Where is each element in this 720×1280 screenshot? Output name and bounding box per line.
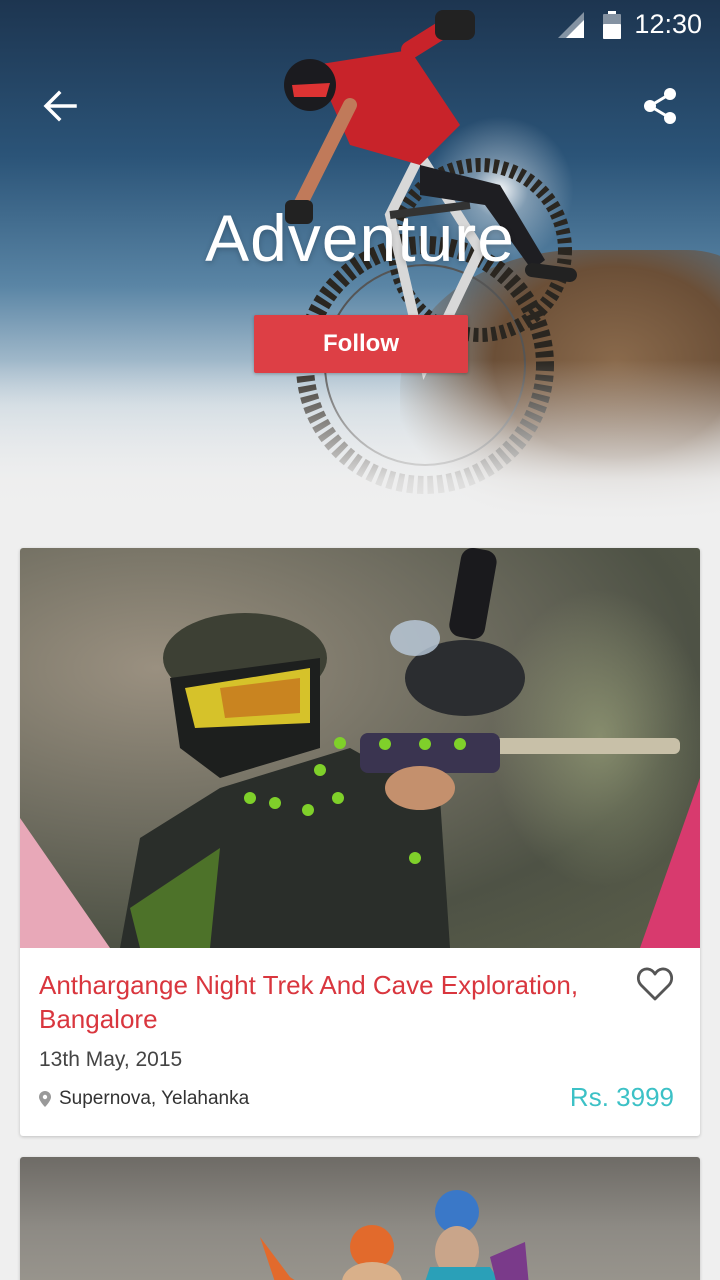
event-location: Supernova, Yelahanka [39, 1088, 249, 1110]
page-title: Adventure [205, 201, 515, 275]
event-image [20, 548, 700, 948]
event-card[interactable] [20, 1157, 700, 1280]
share-button[interactable] [636, 82, 684, 130]
location-pin-icon [39, 1091, 51, 1107]
event-price: Rs. 3999 [569, 1082, 674, 1112]
event-image [260, 1190, 529, 1280]
event-card[interactable]: Anthargange Night Trek And Cave Explorat… [20, 548, 700, 1136]
follow-button[interactable]: Follow [254, 315, 468, 373]
back-button[interactable] [36, 82, 84, 130]
share-icon [644, 88, 676, 124]
signal-icon [558, 12, 584, 38]
event-location-label: Supernova, Yelahanka [59, 1088, 250, 1109]
battery-icon [603, 11, 621, 39]
status-bar: 12:30 [0, 0, 720, 48]
event-details: Anthargange Night Trek And Cave Explorat… [20, 948, 700, 1136]
status-time: 12:30 [634, 9, 702, 39]
heart-outline-icon [637, 967, 673, 1001]
event-date: 13th May, 2015 [39, 1048, 183, 1071]
paintball-player-illustration [20, 548, 700, 948]
arrow-back-icon [43, 90, 77, 122]
favorite-button[interactable] [636, 966, 678, 1006]
event-title[interactable]: Anthargange Night Trek And Cave Explorat… [39, 968, 629, 1036]
